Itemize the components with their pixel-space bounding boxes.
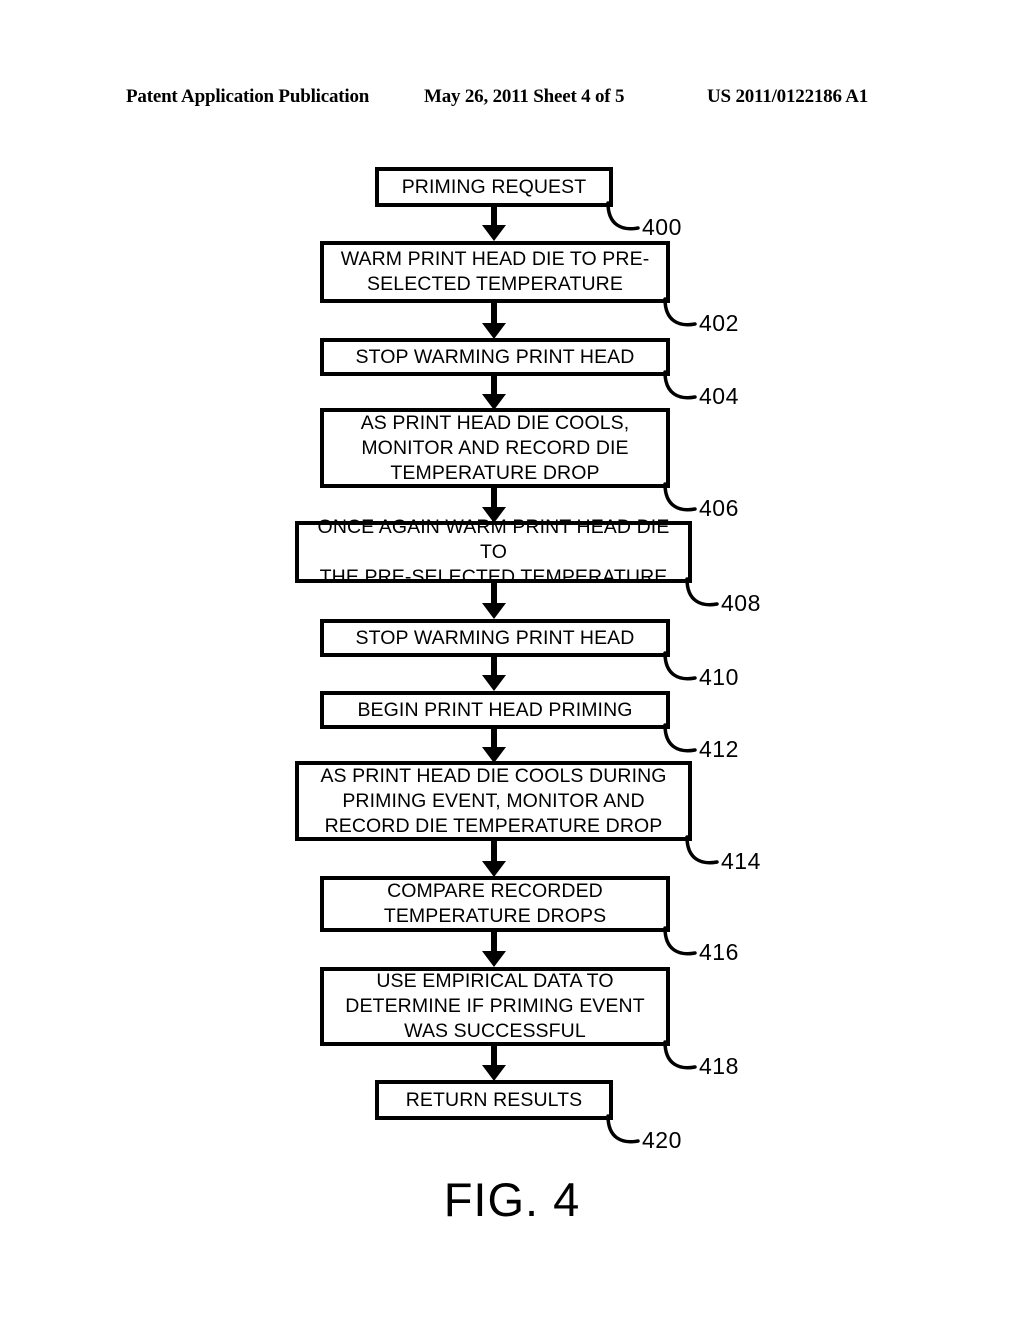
flow-arrow-416-418 bbox=[482, 932, 506, 968]
flow-arrow-400-402 bbox=[482, 207, 506, 241]
reference-numeral-text: 414 bbox=[721, 848, 761, 874]
reference-numeral-text: 412 bbox=[699, 736, 739, 762]
flow-node-priming-request: PRIMING REQUEST bbox=[375, 167, 613, 207]
reference-numeral-text: 410 bbox=[699, 664, 739, 690]
flow-arrow-410-412 bbox=[482, 657, 506, 691]
flow-node-label: STOP WARMING PRINT HEAD bbox=[355, 345, 635, 368]
flow-node-return-results: RETURN RESULTS bbox=[375, 1080, 613, 1120]
flow-node-label: AS PRINT HEAD DIE COOLS, MONITOR AND REC… bbox=[360, 411, 630, 484]
flow-node-begin-priming: BEGIN PRINT HEAD PRIMING bbox=[320, 691, 670, 729]
flow-arrow-418-420 bbox=[482, 1046, 506, 1082]
reference-numeral-400: 400 bbox=[604, 201, 724, 243]
flow-node-label: PRIMING REQUEST bbox=[401, 175, 587, 198]
flow-node-label: WARM PRINT HEAD DIE TO PRE- SELECTED TEM… bbox=[340, 248, 650, 295]
flow-node-label: USE EMPIRICAL DATA TO DETERMINE IF PRIMI… bbox=[345, 970, 645, 1042]
reference-numeral-410: 410 bbox=[661, 651, 781, 693]
figure-caption: FIG. 4 bbox=[443, 1173, 581, 1226]
flow-node-monitor-record-drop-1: AS PRINT HEAD DIE COOLS, MONITOR AND REC… bbox=[320, 408, 670, 488]
reference-numeral-text: 416 bbox=[699, 939, 739, 965]
flow-node-label: RETURN RESULTS bbox=[405, 1088, 583, 1111]
flow-node-warm-print-head-die: WARM PRINT HEAD DIE TO PRE- SELECTED TEM… bbox=[320, 241, 670, 303]
reference-numeral-text: 418 bbox=[699, 1053, 739, 1079]
flow-node-once-again-warm: ONCE AGAIN WARM PRINT HEAD DIE TO THE PR… bbox=[295, 516, 692, 588]
flow-node-stop-warming-1: STOP WARMING PRINT HEAD bbox=[320, 338, 670, 376]
flow-node-label: AS PRINT HEAD DIE COOLS DURING PRIMING E… bbox=[320, 764, 667, 837]
flow-arrow-412-414 bbox=[482, 729, 506, 763]
flow-node-label: COMPARE RECORDED TEMPERATURE DROPS bbox=[383, 880, 607, 927]
flow-arrow-414-416 bbox=[482, 841, 506, 879]
flow-node-label: STOP WARMING PRINT HEAD bbox=[355, 626, 635, 649]
flow-node-label: BEGIN PRINT HEAD PRIMING bbox=[357, 698, 633, 721]
reference-numeral-text: 400 bbox=[642, 214, 682, 240]
reference-numeral-404: 404 bbox=[661, 370, 781, 412]
flow-node-label: ONCE AGAIN WARM PRINT HEAD DIE TO THE PR… bbox=[317, 515, 670, 588]
flow-node-compare-drops: COMPARE RECORDED TEMPERATURE DROPS bbox=[320, 876, 670, 932]
flow-node-use-empirical-data: USE EMPIRICAL DATA TO DETERMINE IF PRIMI… bbox=[320, 967, 670, 1046]
reference-numeral-text: 404 bbox=[699, 383, 739, 409]
flow-arrow-402-404 bbox=[482, 303, 506, 341]
reference-numeral-414: 414 bbox=[683, 835, 803, 877]
flow-node-stop-warming-2: STOP WARMING PRINT HEAD bbox=[320, 619, 670, 657]
reference-numeral-text: 406 bbox=[699, 495, 739, 521]
flowchart-diagram: PRIMING REQUEST 400 WARM PRINT HEAD DIE … bbox=[0, 0, 1024, 1320]
reference-numeral-text: 420 bbox=[642, 1127, 682, 1153]
reference-numeral-412: 412 bbox=[661, 723, 781, 765]
reference-numeral-text: 402 bbox=[699, 310, 739, 336]
flow-arrow-404-406 bbox=[482, 376, 506, 410]
flow-node-monitor-record-drop-2: AS PRINT HEAD DIE COOLS DURING PRIMING E… bbox=[295, 761, 692, 841]
reference-numeral-420: 420 bbox=[604, 1114, 724, 1156]
reference-numeral-text: 408 bbox=[721, 590, 761, 616]
reference-numeral-416: 416 bbox=[661, 926, 781, 968]
reference-numeral-408: 408 bbox=[683, 577, 803, 619]
flow-arrow-408-410 bbox=[482, 583, 506, 621]
reference-numeral-418: 418 bbox=[661, 1040, 781, 1082]
reference-numeral-402: 402 bbox=[661, 297, 781, 339]
